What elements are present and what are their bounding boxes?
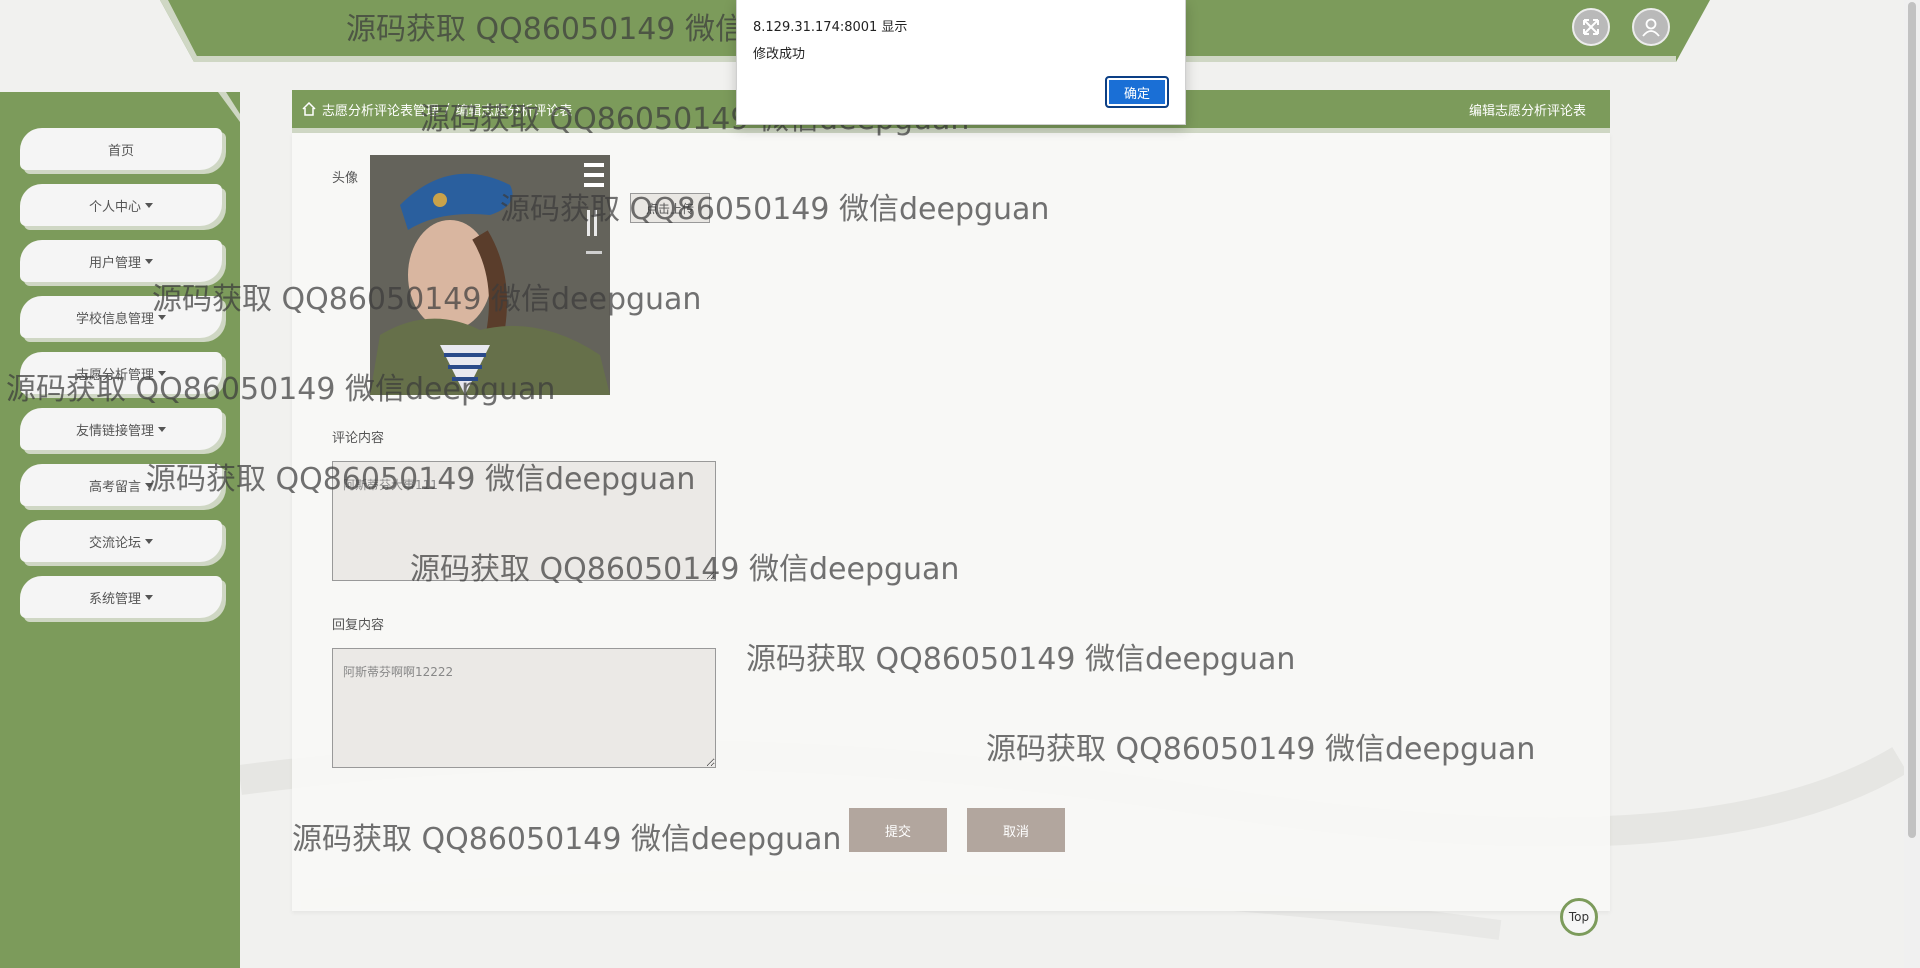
breadcrumb-separator: / <box>445 101 450 117</box>
sidebar-cap <box>0 92 240 132</box>
sidebar-item-label: 系统管理 <box>88 591 141 607</box>
caret-down-icon <box>145 482 153 488</box>
sidebar-item-messages[interactable]: 高考留言 <box>20 464 222 506</box>
cancel-button[interactable]: 取消 <box>967 808 1065 852</box>
user-button[interactable] <box>1632 8 1670 46</box>
caret-down-icon <box>145 202 153 208</box>
cancel-button-label: 取消 <box>1002 824 1029 840</box>
upload-button[interactable]: 点击上传 <box>630 193 710 223</box>
comment-textarea[interactable]: 阿斯蒂芬大事111 <box>332 461 716 581</box>
page-title: 编辑志愿分析评论表 <box>1468 103 1586 119</box>
sidebar-item-links-management[interactable]: 友情链接管理 <box>20 408 222 450</box>
sidebar-item-label: 高考留言 <box>88 479 141 495</box>
page-scrollbar-thumb[interactable] <box>1908 2 1916 838</box>
sidebar-item-home[interactable]: 首页 <box>20 128 222 170</box>
sidebar-item-label: 首页 <box>107 143 134 159</box>
dialog-ok-button[interactable]: 确定 <box>1105 76 1169 108</box>
dialog-ok-label: 确定 <box>1123 86 1150 102</box>
avatar-image <box>370 155 610 395</box>
back-to-top-button[interactable]: Top <box>1560 898 1598 936</box>
reply-label: 回复内容 <box>332 618 385 633</box>
caret-down-icon <box>145 258 153 264</box>
submit-button[interactable]: 提交 <box>849 808 947 852</box>
dialog-title: 8.129.31.174:8001 显示 <box>753 20 908 35</box>
sidebar-item-label: 友情链接管理 <box>75 423 154 439</box>
caret-down-icon <box>145 538 153 544</box>
sidebar-item-label: 用户管理 <box>88 255 141 271</box>
breadcrumb-current: 编辑志愿分析评论表 <box>455 103 573 119</box>
sidebar-item-user-management[interactable]: 用户管理 <box>20 240 222 282</box>
sidebar-item-label: 志愿分析管理 <box>75 367 154 383</box>
page-scrollbar[interactable] <box>1904 0 1920 968</box>
caret-down-icon <box>158 426 166 432</box>
sidebar: 首页 个人中心 用户管理 学校信息管理 志愿分析管理 友情链接管理 高考留言 交… <box>0 92 240 968</box>
comment-label: 评论内容 <box>332 431 385 446</box>
caret-down-icon <box>158 314 166 320</box>
submit-button-label: 提交 <box>884 824 911 840</box>
menu-icon <box>584 163 604 254</box>
dialog-message: 修改成功 <box>753 47 806 62</box>
sidebar-item-personal-center[interactable]: 个人中心 <box>20 184 222 226</box>
caret-down-icon <box>145 594 153 600</box>
sidebar-item-label: 交流论坛 <box>88 535 141 551</box>
sidebar-item-label: 学校信息管理 <box>75 311 154 327</box>
fullscreen-button[interactable] <box>1572 8 1610 46</box>
home-icon <box>302 102 316 116</box>
reply-textarea[interactable]: 阿斯蒂芬啊啊12222 <box>332 648 716 768</box>
sidebar-item-forum[interactable]: 交流论坛 <box>20 520 222 562</box>
alert-dialog: 8.129.31.174:8001 显示 修改成功 确定 <box>736 0 1186 125</box>
fullscreen-icon <box>1583 19 1599 35</box>
upload-button-label: 点击上传 <box>645 201 694 216</box>
sidebar-item-school-management[interactable]: 学校信息管理 <box>20 296 222 338</box>
avatar-label: 头像 <box>332 171 359 186</box>
caret-down-icon <box>158 370 166 376</box>
sidebar-item-label: 个人中心 <box>88 199 141 215</box>
back-to-top-label: Top <box>1568 910 1590 924</box>
sidebar-item-analysis-management[interactable]: 志愿分析管理 <box>20 352 222 394</box>
breadcrumb-home[interactable]: 志愿分析评论表管理 <box>322 100 439 119</box>
user-icon <box>1642 18 1660 37</box>
sidebar-item-system[interactable]: 系统管理 <box>20 576 222 618</box>
